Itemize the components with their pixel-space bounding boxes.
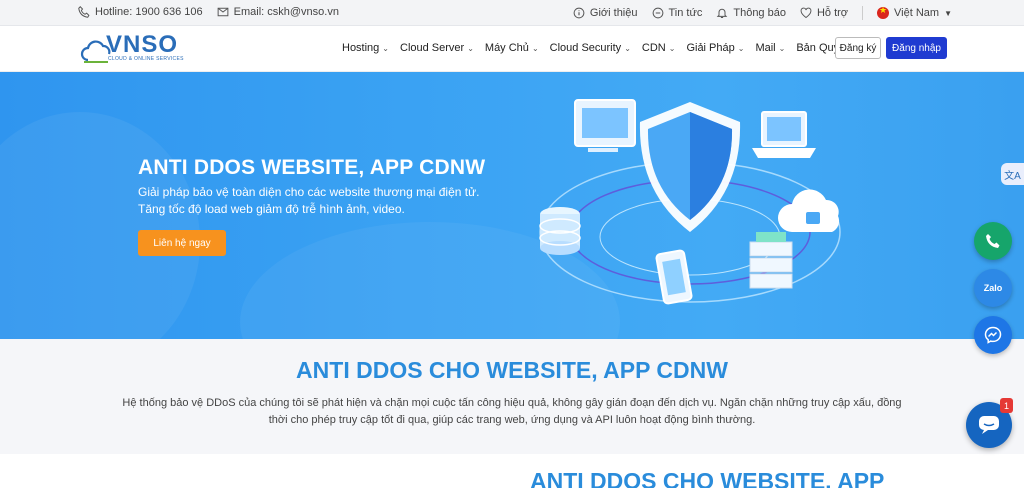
phone-icon xyxy=(78,6,90,18)
nav-label: Giải Pháp xyxy=(686,42,735,54)
nav-giai-phap[interactable]: Giải Pháp ⌄ xyxy=(686,42,744,54)
main-nav: Hosting ⌄ Cloud Server ⌄ Máy Chủ ⌄ Cloud Se… xyxy=(342,42,861,54)
hero-bg-shape xyxy=(0,112,200,339)
mail-icon xyxy=(217,7,229,17)
chevron-down-icon: ⌄ xyxy=(382,43,389,53)
hotline-text: Hotline: 1900 636 106 xyxy=(95,6,203,18)
topbar-link-label: Giới thiệu xyxy=(589,7,638,19)
intro-section: ANTI DDOS CHO WEBSITE, APP CDNW Hệ thống… xyxy=(0,339,1024,454)
nav-cloud-server[interactable]: Cloud Server ⌄ xyxy=(400,42,474,54)
language-selector[interactable]: Việt Nam ▼ xyxy=(877,5,952,19)
hero-description: Giải pháp bảo vệ toàn diện cho các websi… xyxy=(138,185,480,199)
laptop-icon xyxy=(752,111,816,158)
email-text: Email: cskh@vnso.vn xyxy=(233,6,339,18)
call-button[interactable] xyxy=(974,222,1012,260)
section-description: thời cho phép truy cập tốt đi qua, giúp … xyxy=(268,414,756,426)
vietnam-flag-icon xyxy=(877,5,890,19)
zalo-label: Zalo xyxy=(983,283,1003,293)
phone-icon xyxy=(986,234,1000,248)
topbar-link-label: Thông báo xyxy=(733,7,786,19)
cloud-lock-icon xyxy=(778,189,840,232)
top-bar: Hotline: 1900 636 106 Email: cskh@vnso.v… xyxy=(0,0,1024,26)
topbar-link-support[interactable]: Hỗ trợ xyxy=(800,7,848,19)
login-button[interactable]: Đăng nhập xyxy=(886,37,947,59)
database-icon xyxy=(539,207,581,255)
chevron-down-icon: ⌄ xyxy=(531,43,539,53)
language-label: Việt Nam xyxy=(894,7,940,19)
nav-label: Hosting xyxy=(342,42,380,54)
chevron-down-icon: ⌄ xyxy=(624,43,631,53)
messenger-icon xyxy=(984,326,1002,344)
chat-icon xyxy=(652,7,663,19)
hero-banner: ANTI DDOS WEBSITE, APP CDNW Giải pháp bả… xyxy=(0,72,1024,339)
next-section: ANTI DDOS CHO WEBSITE, APP xyxy=(0,454,1024,488)
shield-icon xyxy=(639,102,741,232)
logo-wordmark: VNSO xyxy=(106,31,179,58)
notification-badge: 1 xyxy=(1000,398,1013,413)
nav-may-chu[interactable]: Máy Chủ ⌄ xyxy=(485,42,539,54)
nav-hosting[interactable]: Hosting ⌄ xyxy=(342,42,389,54)
info-icon xyxy=(573,7,585,19)
section-description: Hệ thống bảo vệ DDoS của chúng tôi sẽ ph… xyxy=(122,397,902,409)
nav-label: CDN xyxy=(641,42,666,54)
chevron-down-icon: ▼ xyxy=(944,8,952,18)
heart-icon xyxy=(800,7,812,19)
mobile-icon xyxy=(655,249,693,305)
section-title: ANTI DDOS CHO WEBSITE, APP xyxy=(530,468,885,488)
logo-tagline: CLOUD & ONLINE SERVICES xyxy=(108,56,184,62)
messenger-button[interactable] xyxy=(974,316,1012,354)
main-header: VNSO CLOUD & ONLINE SERVICES Hosting ⌄ Cl… xyxy=(0,26,1024,72)
nav-label: Mail xyxy=(755,42,776,54)
zalo-button[interactable]: Zalo xyxy=(974,269,1012,307)
logo-text: VNSO xyxy=(106,31,178,59)
hero-description: Tăng tốc độ load web giảm độ trễ hình ản… xyxy=(138,202,405,216)
hero-title: ANTI DDOS WEBSITE, APP CDNW xyxy=(138,156,486,179)
register-button[interactable]: Đăng ký xyxy=(835,37,881,59)
nav-cdn[interactable]: CDN ⌄ xyxy=(642,42,676,54)
bell-icon xyxy=(717,8,728,18)
chevron-down-icon: ⌄ xyxy=(467,43,474,53)
divider xyxy=(862,6,864,20)
email[interactable]: Email: cskh@vnso.vn xyxy=(217,6,339,18)
chat-icon xyxy=(979,416,999,434)
topbar-link-about[interactable]: Giới thiệu xyxy=(573,7,638,19)
monitor-icon xyxy=(574,99,636,152)
nav-label: Cloud Security xyxy=(549,42,622,54)
chevron-down-icon: ⌄ xyxy=(737,43,745,53)
chevron-down-icon: ⌄ xyxy=(778,43,786,53)
chevron-down-icon: ⌄ xyxy=(668,43,676,53)
translate-icon: 文A xyxy=(1004,170,1021,182)
contact-button[interactable]: Liên hệ ngay xyxy=(138,230,226,256)
nav-label: Cloud Server xyxy=(400,42,465,54)
nav-mail[interactable]: Mail ⌄ xyxy=(755,42,785,54)
topbar-link-news[interactable]: Tin tức xyxy=(652,7,703,19)
nav-cloud-security[interactable]: Cloud Security ⌄ xyxy=(550,42,631,54)
section-title: ANTI DDOS CHO WEBSITE, APP CDNW xyxy=(296,357,728,383)
topbar-link-label: Hỗ trợ xyxy=(816,7,849,19)
hotline[interactable]: Hotline: 1900 636 106 xyxy=(78,6,203,18)
topbar-link-notifications[interactable]: Thông báo xyxy=(716,7,786,19)
nav-label: Máy Chủ xyxy=(484,42,529,54)
security-illustration xyxy=(539,99,841,305)
topbar-link-label: Tin tức xyxy=(668,7,703,19)
translate-button[interactable]: 文A xyxy=(1001,163,1024,185)
logo[interactable]: VNSO CLOUD & ONLINE SERVICES xyxy=(80,31,190,66)
server-icon xyxy=(749,232,793,289)
